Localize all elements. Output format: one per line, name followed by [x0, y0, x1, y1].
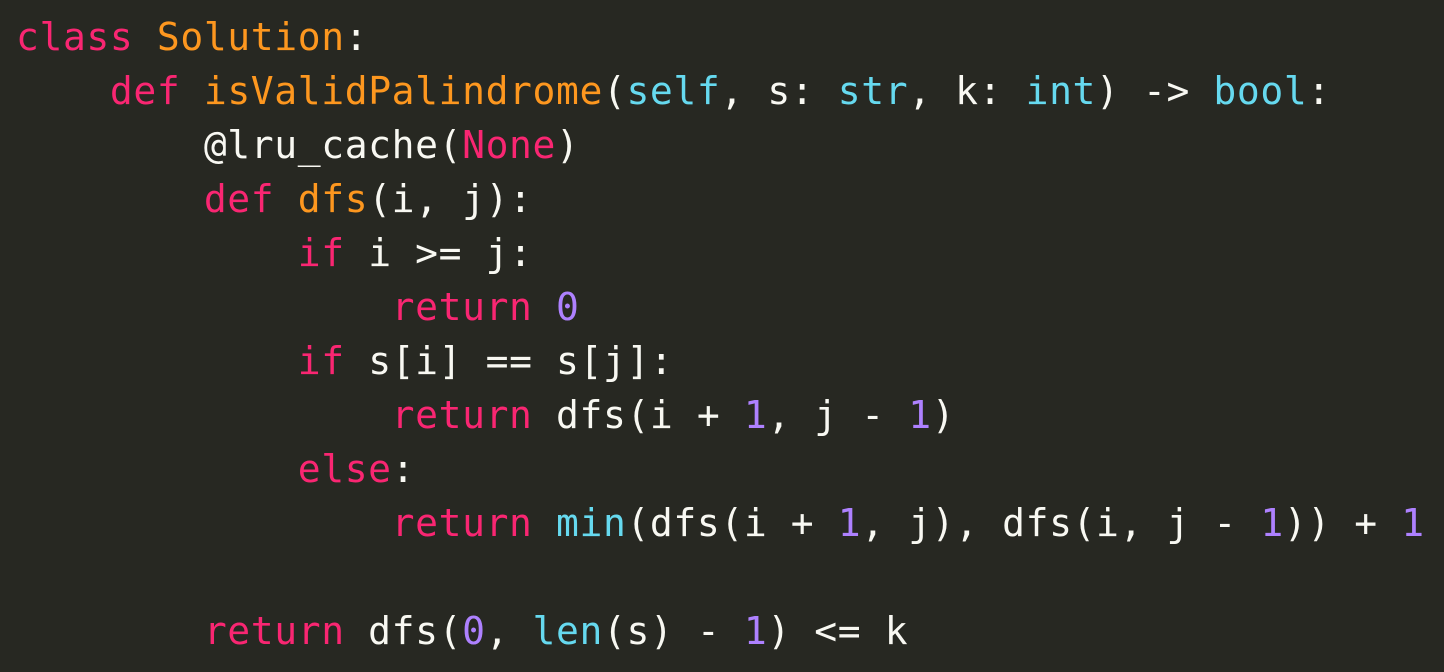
code-token-keyword: None — [462, 123, 557, 167]
code-token-number: 1 — [1401, 501, 1425, 545]
code-token-plain: (i, j): — [368, 177, 533, 221]
code-token-plain: ) <= k — [767, 609, 909, 653]
code-token-keyword: def — [203, 177, 275, 221]
code-token-keyword: return — [391, 393, 533, 437]
code-line: return 0 — [16, 280, 1444, 334]
code-token-name: Solution — [156, 15, 345, 59]
code-token-builtin: self — [626, 69, 721, 113]
code-token-number: 1 — [837, 501, 862, 545]
code-line: return min(dfs(i + 1, j), dfs(i, j - 1))… — [16, 496, 1444, 550]
code-token-keyword: else — [297, 447, 392, 491]
code-token-number: 0 — [462, 609, 486, 653]
code-line: else: — [16, 442, 1444, 496]
code-line: def dfs(i, j): — [16, 172, 1444, 226]
code-token-keyword: def — [109, 69, 181, 113]
code-token-plain: : — [344, 15, 369, 59]
code-token-plain: , s: — [720, 69, 838, 113]
code-token-plain: @lru_cache( — [203, 123, 463, 167]
code-token-number: 1 — [908, 393, 932, 437]
code-token-plain: : — [391, 447, 416, 491]
code-line: return dfs(i + 1, j - 1) — [16, 388, 1444, 442]
code-token-builtin: min — [556, 501, 627, 545]
code-token-keyword: class — [16, 15, 134, 59]
code-token-plain: , — [485, 609, 533, 653]
code-token-plain: ) -> — [1096, 69, 1214, 113]
code-line: @lru_cache(None) — [16, 118, 1444, 172]
code-editor[interactable]: class Solution: def isValidPalindrome(se… — [0, 0, 1444, 672]
code-token-plain: , j), dfs(i, j - — [861, 501, 1261, 545]
code-line: def isValidPalindrome(self, s: str, k: i… — [16, 64, 1444, 118]
code-token-builtin: str — [837, 69, 909, 113]
code-token-builtin: bool — [1213, 69, 1308, 113]
code-token-name: dfs — [297, 177, 369, 221]
code-line: if i >= j: — [16, 226, 1444, 280]
code-token-plain: dfs( — [344, 609, 463, 653]
code-token-plain: ) — [931, 393, 956, 437]
code-token-number: 1 — [743, 609, 768, 653]
code-token-keyword: if — [297, 339, 345, 383]
code-token-plain: , k: — [908, 69, 1026, 113]
code-token-number: 0 — [556, 285, 580, 329]
code-token-number: 1 — [743, 393, 768, 437]
code-token-keyword: return — [391, 285, 533, 329]
code-token-plain: : — [1307, 69, 1331, 113]
code-token-number: 1 — [1260, 501, 1284, 545]
code-token-plain: (s) - — [602, 609, 744, 653]
code-token-keyword: if — [297, 231, 345, 275]
code-line: class Solution: — [16, 10, 1444, 64]
code-token-plain: ( — [602, 69, 627, 113]
code-token-keyword: return — [391, 501, 533, 545]
code-token-plain: i >= j: — [344, 231, 533, 275]
code-token-plain: dfs(i + — [532, 393, 744, 437]
code-token-builtin: len — [532, 609, 603, 653]
code-token-builtin: int — [1025, 69, 1097, 113]
code-token-plain: ) — [556, 123, 580, 167]
code-token-plain: )) + — [1283, 501, 1402, 545]
code-line: if s[i] == s[j]: — [16, 334, 1444, 388]
code-token-plain: s[i] == s[j]: — [344, 339, 674, 383]
code-token-keyword: return — [203, 609, 345, 653]
code-token-plain: (dfs(i + — [626, 501, 838, 545]
code-token-name: isValidPalindrome — [203, 69, 603, 113]
code-token-plain: , j - — [767, 393, 909, 437]
code-line: return dfs(0, len(s) - 1) <= k — [16, 604, 1444, 658]
